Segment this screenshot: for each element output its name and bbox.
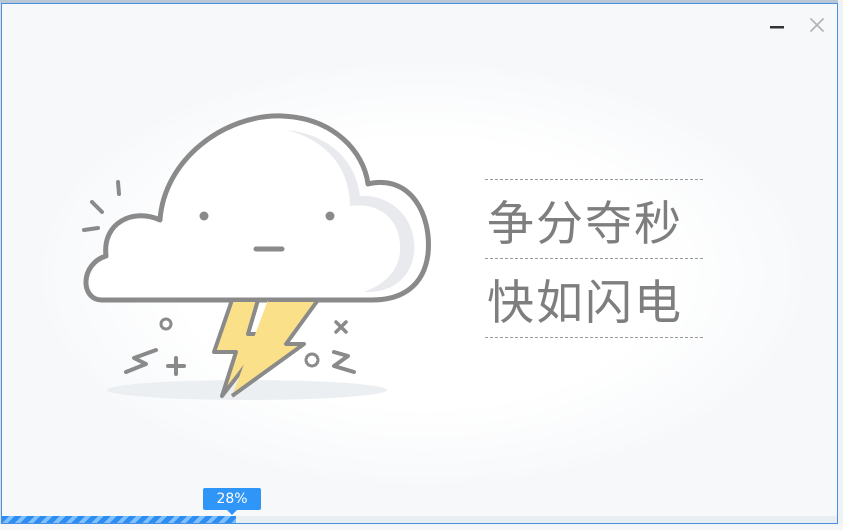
slogan-divider [485, 337, 703, 338]
storm-cloud-lightning-icon [82, 113, 431, 400]
progress-bar [2, 516, 837, 523]
progress-bar-fill [2, 516, 236, 523]
progress-percent-badge: 28% [203, 488, 261, 515]
loading-dialog: 争分夺秒 快如闪电 28% [1, 3, 838, 524]
slogan-line-2: 快如闪电 [487, 275, 683, 331]
minimize-button[interactable] [766, 14, 788, 36]
minimize-icon [770, 26, 784, 29]
slogan-block: 争分夺秒 快如闪电 [485, 179, 703, 338]
close-icon [810, 18, 824, 32]
close-button[interactable] [806, 14, 828, 36]
background-window-edge [838, 0, 843, 530]
background-window-bottom [0, 524, 843, 530]
slogan-line-1: 争分夺秒 [487, 196, 683, 252]
